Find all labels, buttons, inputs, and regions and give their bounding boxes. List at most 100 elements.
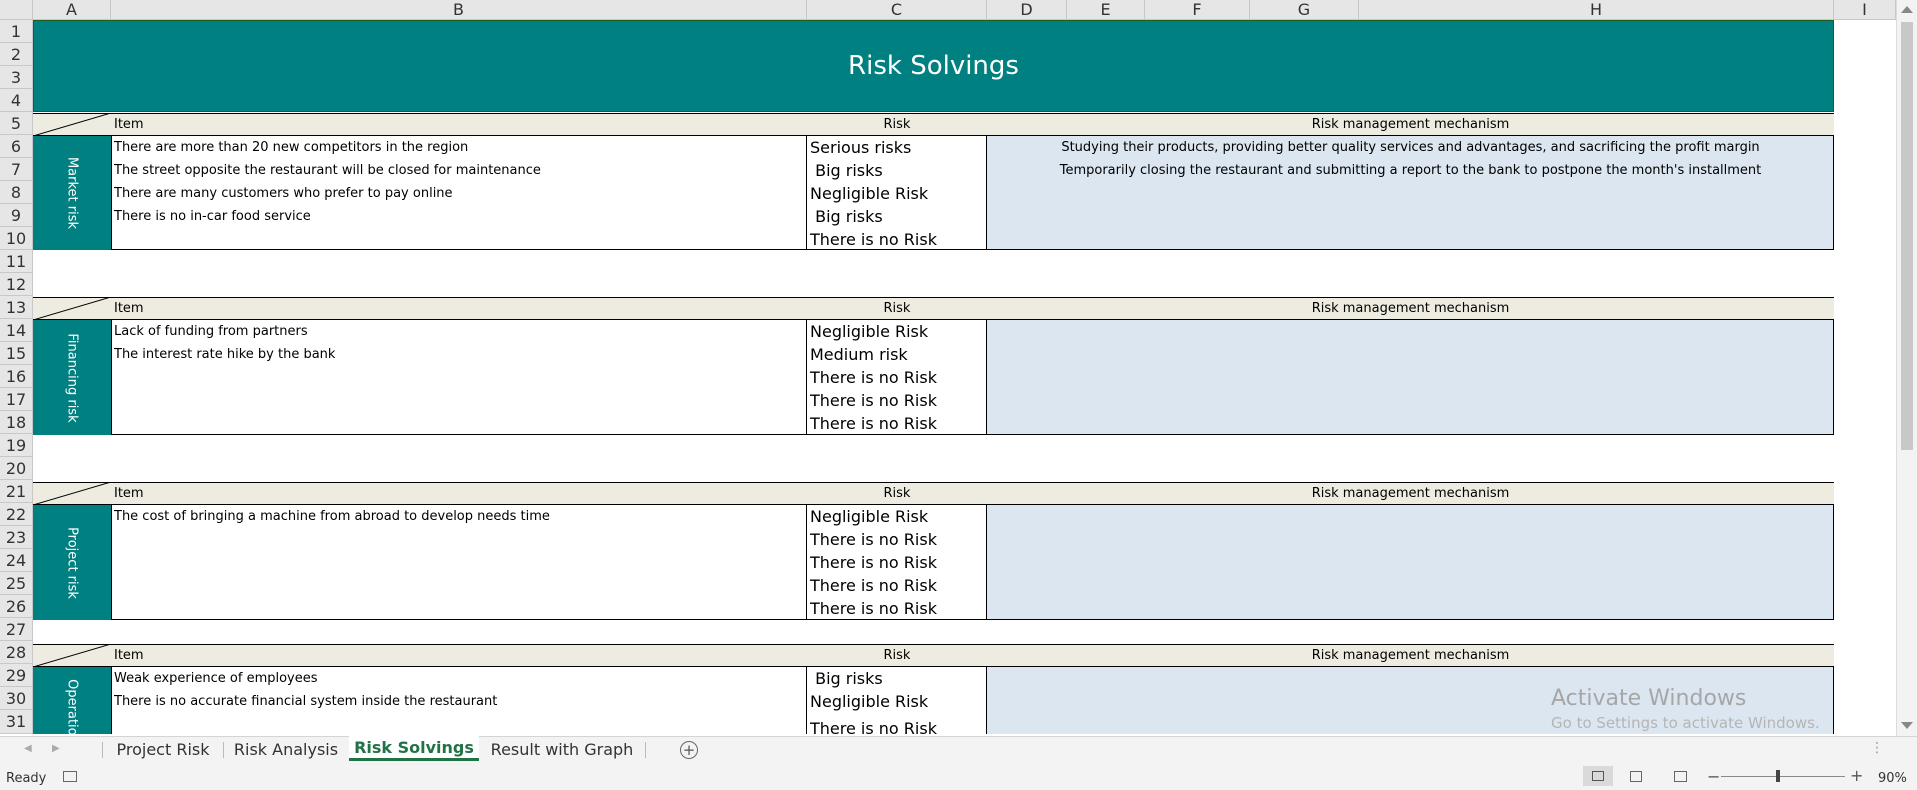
mechanism-header: Risk management mechanism	[1311, 117, 1510, 132]
zoom-in-icon[interactable]: +	[1850, 766, 1863, 785]
row-header[interactable]: 20	[0, 457, 33, 480]
mechanism-cell[interactable]: Temporarily closing the restaurant and s…	[987, 159, 1834, 182]
page-break-preview-icon[interactable]	[1674, 771, 1687, 782]
title-banner[interactable]: Risk Solvings	[33, 20, 1834, 112]
item-cell[interactable]	[114, 228, 804, 250]
row-header[interactable]: 4	[0, 89, 33, 112]
risk-cell[interactable]: There is no Risk	[807, 389, 987, 412]
scroll-up-arrow-icon[interactable]	[1901, 6, 1913, 13]
row-header[interactable]: 16	[0, 365, 33, 388]
risk-cell[interactable]: There is no Risk	[807, 574, 987, 597]
vertical-scrollbar[interactable]	[1896, 0, 1917, 736]
risk-cell[interactable]: Medium risk	[807, 343, 987, 366]
row-header[interactable]: 18	[0, 411, 33, 434]
risk-cell[interactable]: Big risks	[807, 667, 987, 690]
row-header[interactable]: 5	[0, 112, 33, 135]
row-header[interactable]: 10	[0, 227, 33, 250]
row-header[interactable]: 22	[0, 503, 33, 526]
risk-cell[interactable]: There is no Risk	[807, 551, 987, 574]
macro-record-icon[interactable]	[63, 771, 77, 782]
category-cell-operation[interactable]: Operation	[33, 667, 111, 734]
row-header[interactable]: 15	[0, 342, 33, 365]
risk-cell[interactable]: Negligible Risk	[807, 320, 987, 343]
column-header-i[interactable]: I	[1834, 0, 1896, 20]
category-cell-market-risk[interactable]: Market risk	[33, 136, 111, 250]
row-header[interactable]: 2	[0, 43, 33, 66]
item-cell[interactable]: Lack of funding from partners	[114, 320, 804, 343]
row-header[interactable]: 1	[0, 20, 33, 43]
row-header[interactable]: 31	[0, 710, 33, 734]
column-header-e[interactable]: E	[1067, 0, 1145, 20]
row-header[interactable]: 11	[0, 250, 33, 273]
normal-view-icon[interactable]	[1583, 766, 1613, 786]
item-cell[interactable]: The interest rate hike by the bank	[114, 343, 804, 366]
tab-project-risk[interactable]: Project Risk	[104, 737, 222, 761]
tab-risk-solvings-active[interactable]: Risk Solvings	[349, 736, 479, 761]
row-header[interactable]: 12	[0, 273, 33, 296]
row-header[interactable]: 28	[0, 641, 33, 664]
select-all-corner[interactable]	[0, 0, 33, 20]
risk-cell[interactable]: There is no Risk	[807, 366, 987, 389]
item-cell[interactable]: Weak experience of employees	[114, 667, 804, 690]
risk-cell[interactable]: Negligible Risk	[807, 690, 987, 713]
tab-result-with-graph[interactable]: Result with Graph	[480, 737, 644, 761]
risk-cell[interactable]: Negligible Risk	[807, 505, 987, 528]
row-header[interactable]: 3	[0, 66, 33, 89]
page-layout-view-icon[interactable]	[1630, 771, 1642, 782]
row-header[interactable]: 24	[0, 549, 33, 572]
row-header[interactable]: 7	[0, 158, 33, 181]
column-header-h[interactable]: H	[1359, 0, 1834, 20]
zoom-level[interactable]: 90%	[1878, 771, 1907, 786]
risk-cell[interactable]: There is no Risk	[807, 528, 987, 551]
row-header[interactable]: 13	[0, 296, 33, 319]
risk-cell[interactable]: There is no Risk	[807, 228, 987, 250]
column-header-g[interactable]: G	[1250, 0, 1359, 20]
risk-cell[interactable]: There is no Risk	[807, 597, 987, 620]
item-cell[interactable]: The street opposite the restaurant will …	[114, 159, 804, 182]
zoom-slider-track[interactable]	[1721, 776, 1845, 777]
row-header[interactable]: 8	[0, 181, 33, 204]
row-header[interactable]: 14	[0, 319, 33, 342]
row-header[interactable]: 6	[0, 135, 33, 158]
row-header[interactable]: 27	[0, 618, 33, 641]
risk-cell[interactable]: Big risks	[807, 205, 987, 228]
item-cell[interactable]: There is no accurate financial system in…	[114, 690, 804, 713]
item-cell[interactable]: There are many customers who prefer to p…	[114, 182, 804, 205]
row-header[interactable]: 25	[0, 572, 33, 595]
risk-cell[interactable]: Serious risks	[807, 136, 987, 159]
tab-scroll-left-icon[interactable]: ◀	[24, 743, 32, 754]
row-header[interactable]: 21	[0, 480, 33, 503]
page-title: Risk Solvings	[848, 51, 1019, 81]
zoom-out-icon[interactable]: −	[1707, 767, 1720, 786]
item-cell[interactable]: There is no in-car food service	[114, 205, 804, 228]
row-header[interactable]: 29	[0, 664, 33, 687]
column-header-a[interactable]: A	[33, 0, 111, 20]
scroll-thumb[interactable]	[1901, 22, 1913, 450]
tab-risk-analysis[interactable]: Risk Analysis	[224, 737, 348, 761]
status-bar: Ready − + 90%	[0, 762, 1917, 790]
row-header[interactable]: 30	[0, 687, 33, 710]
add-sheet-icon[interactable]: +	[680, 741, 698, 759]
risk-cell[interactable]: Big risks	[807, 159, 987, 182]
row-header[interactable]: 23	[0, 526, 33, 549]
column-header-b[interactable]: B	[111, 0, 807, 20]
zoom-slider-thumb[interactable]	[1776, 770, 1780, 782]
risk-cell[interactable]: There is no Risk	[807, 412, 987, 435]
row-header[interactable]: 26	[0, 595, 33, 618]
tab-scroll-right-icon[interactable]: ▶	[52, 743, 60, 754]
risk-header: Risk	[883, 486, 911, 501]
category-cell-project-risk[interactable]: Project risk	[33, 505, 111, 620]
column-header-c[interactable]: C	[807, 0, 987, 20]
row-header[interactable]: 17	[0, 388, 33, 411]
row-header[interactable]: 19	[0, 434, 33, 457]
item-cell[interactable]: The cost of bringing a machine from abro…	[114, 505, 804, 528]
tab-bar-options-icon[interactable]: ⋮	[1870, 740, 1884, 756]
risk-cell[interactable]: Negligible Risk	[807, 182, 987, 205]
item-cell[interactable]: There are more than 20 new competitors i…	[114, 136, 804, 159]
category-cell-financing-risk[interactable]: Financing risk	[33, 320, 111, 435]
column-header-f[interactable]: F	[1145, 0, 1250, 20]
mechanism-cell[interactable]: Studying their products, providing bette…	[987, 136, 1834, 159]
row-header[interactable]: 9	[0, 204, 33, 227]
scroll-down-arrow-icon[interactable]	[1901, 722, 1913, 729]
column-header-d[interactable]: D	[987, 0, 1067, 20]
